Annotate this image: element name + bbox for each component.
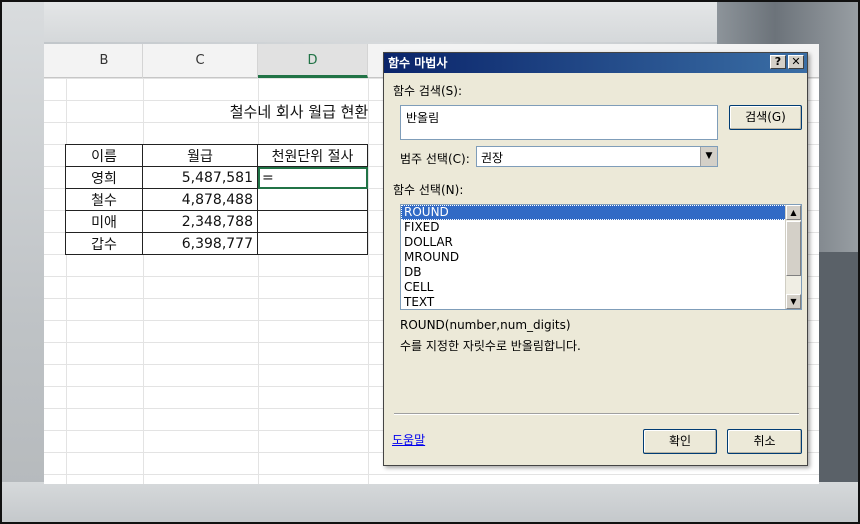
search-input[interactable]: 반올림	[400, 105, 718, 140]
help-link[interactable]: 도움말	[392, 431, 425, 448]
category-value: 권장	[481, 151, 504, 165]
list-item[interactable]: MROUND	[401, 250, 801, 265]
column-header-b[interactable]: B	[66, 44, 143, 78]
divider	[394, 413, 799, 415]
search-label: 함수 검색(S):	[393, 84, 462, 98]
cell-salary[interactable]: 5,487,581	[142, 166, 258, 189]
cell-rounded[interactable]	[257, 188, 368, 211]
column-header-d[interactable]: D	[258, 44, 368, 78]
close-icon[interactable]: ✕	[788, 55, 804, 69]
help-icon[interactable]: ?	[770, 55, 786, 69]
background-blur	[2, 2, 44, 522]
screenshot-frame: B C D 철수네 회사 월급 현환 이름 월급 천원단위 절사 영희 5,48…	[0, 0, 860, 524]
column-header-c[interactable]: C	[143, 44, 258, 78]
cell-salary[interactable]: 2,348,788	[142, 210, 258, 233]
grid-line	[66, 78, 67, 484]
header-name[interactable]: 이름	[65, 144, 143, 167]
function-label: 함수 선택(N):	[393, 183, 464, 197]
cell-rounded[interactable]	[257, 210, 368, 233]
function-wizard-dialog: 함수 마법사 ? ✕ 함수 검색(S): 반올림 검색(G) 범주 선택(C):…	[383, 52, 808, 466]
dialog-titlebar[interactable]: 함수 마법사 ? ✕	[384, 53, 807, 73]
list-item[interactable]: DOLLAR	[401, 235, 801, 250]
cell-rounded[interactable]	[257, 232, 368, 255]
header-rounded[interactable]: 천원단위 절사	[257, 144, 368, 167]
function-list[interactable]: ROUND FIXED DOLLAR MROUND DB CELL TEXT ▲…	[400, 204, 802, 310]
list-item-round[interactable]: ROUND	[401, 205, 801, 220]
header-salary[interactable]: 월급	[142, 144, 258, 167]
cell-name[interactable]: 미애	[65, 210, 143, 233]
salary-table: 이름 월급 천원단위 절사 영희 5,487,581 = 철수 4,878,48…	[65, 144, 368, 255]
background-blur	[812, 252, 858, 482]
cancel-button[interactable]: 취소	[727, 429, 802, 454]
list-item[interactable]: TEXT	[401, 295, 801, 309]
cell-salary[interactable]: 6,398,777	[142, 232, 258, 255]
function-syntax: ROUND(number,num_digits)	[400, 318, 571, 332]
table-row: 갑수 6,398,777	[65, 232, 368, 255]
table-row: 미애 2,348,788	[65, 210, 368, 233]
list-scrollbar[interactable]: ▲ ▼	[785, 205, 801, 309]
function-description: 수를 지정한 자릿수로 반올림합니다.	[400, 339, 581, 353]
table-row: 영희 5,487,581 =	[65, 166, 368, 189]
search-button[interactable]: 검색(G)	[729, 105, 802, 130]
scroll-up-icon[interactable]: ▲	[786, 205, 801, 220]
scroll-thumb[interactable]	[786, 221, 801, 276]
background-blur	[2, 482, 858, 522]
scroll-down-icon[interactable]: ▼	[786, 294, 801, 309]
list-item[interactable]: DB	[401, 265, 801, 280]
cell-name[interactable]: 영희	[65, 166, 143, 189]
category-label: 범주 선택(C):	[400, 152, 470, 166]
grid-line	[368, 78, 369, 484]
ok-button[interactable]: 확인	[643, 429, 717, 454]
cell-name[interactable]: 갑수	[65, 232, 143, 255]
table-row: 철수 4,878,488	[65, 188, 368, 211]
cell-salary[interactable]: 4,878,488	[142, 188, 258, 211]
dialog-title: 함수 마법사	[388, 56, 448, 70]
list-item[interactable]: FIXED	[401, 220, 801, 235]
chevron-down-icon[interactable]: ▼	[700, 147, 717, 166]
list-item[interactable]: CELL	[401, 280, 801, 295]
category-select[interactable]: 권장 ▼	[476, 146, 718, 167]
cell-name[interactable]: 철수	[65, 188, 143, 211]
active-cell[interactable]: =	[257, 166, 368, 189]
grid-line	[258, 78, 259, 484]
grid-line	[143, 78, 144, 484]
table-header-row: 이름 월급 천원단위 절사	[65, 144, 368, 167]
